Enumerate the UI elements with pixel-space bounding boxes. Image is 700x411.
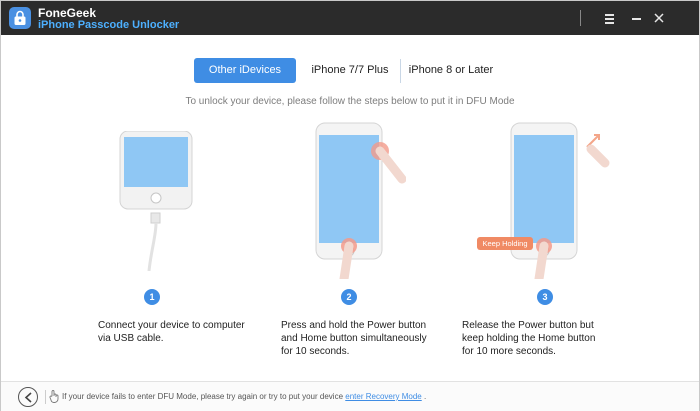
instruction-text: To unlock your device, please follow the… [185, 96, 515, 107]
step-2-line-1: Press and hold the Power button [281, 320, 427, 331]
minimize-icon[interactable] [626, 7, 648, 29]
release-power-illustration [510, 122, 610, 279]
close-icon[interactable] [648, 7, 670, 29]
bottom-help-text: If your device fails to enter DFU Mode, … [62, 392, 426, 401]
step-3-number: 3 [537, 289, 553, 305]
step-2-number: 2 [341, 289, 357, 305]
step-1-line-1: Connect your device to computer [98, 320, 245, 331]
step-2-line-2: and Home button simultaneously [281, 333, 427, 344]
device-usb-illustration [119, 131, 193, 271]
step-1-text: Connect your device to computer via USB … [98, 319, 245, 345]
tab-other-idevices[interactable]: Other iDevices [194, 58, 296, 83]
keep-holding-badge: Keep Holding [477, 237, 533, 250]
chevron-left-icon [24, 392, 32, 403]
app-logo-icon [9, 7, 31, 29]
title-bar: FoneGeek iPhone Passcode Unlocker [1, 1, 699, 35]
tab-divider [400, 59, 401, 83]
hamburger-menu-icon[interactable] [599, 7, 621, 29]
app-subtitle: iPhone Passcode Unlocker [38, 19, 180, 31]
bottom-help-suffix: . [423, 392, 427, 401]
app-window: FoneGeek iPhone Passcode Unlocker Other … [0, 0, 700, 411]
step-3-line-2: keep holding the Home button [462, 333, 596, 344]
step-2-line-3: for 10 seconds. [281, 346, 350, 357]
step-3-text: Release the Power button but keep holdin… [462, 319, 595, 358]
tab-iphone-7[interactable]: iPhone 7/7 Plus [302, 58, 398, 83]
titlebar-divider [580, 10, 581, 26]
bottom-divider [45, 390, 46, 404]
step-2-text: Press and hold the Power button and Home… [281, 319, 427, 358]
recovery-mode-link[interactable]: enter Recovery Mode [345, 392, 421, 401]
back-button[interactable] [18, 387, 38, 407]
bottom-bar: If your device fails to enter DFU Mode, … [1, 381, 699, 411]
app-name: FoneGeek [38, 6, 97, 20]
tab-iphone-8[interactable]: iPhone 8 or Later [406, 58, 496, 83]
step-3-line-1: Release the Power button but [462, 320, 594, 331]
bottom-help-message: If your device fails to enter DFU Mode, … [62, 392, 344, 401]
hand-pointer-icon [49, 390, 59, 403]
step-1-number: 1 [144, 289, 160, 305]
press-power-home-illustration [315, 122, 406, 279]
step-3-line-3: for 10 more seconds. [462, 346, 556, 357]
step-1-line-2: via USB cable. [98, 333, 164, 344]
